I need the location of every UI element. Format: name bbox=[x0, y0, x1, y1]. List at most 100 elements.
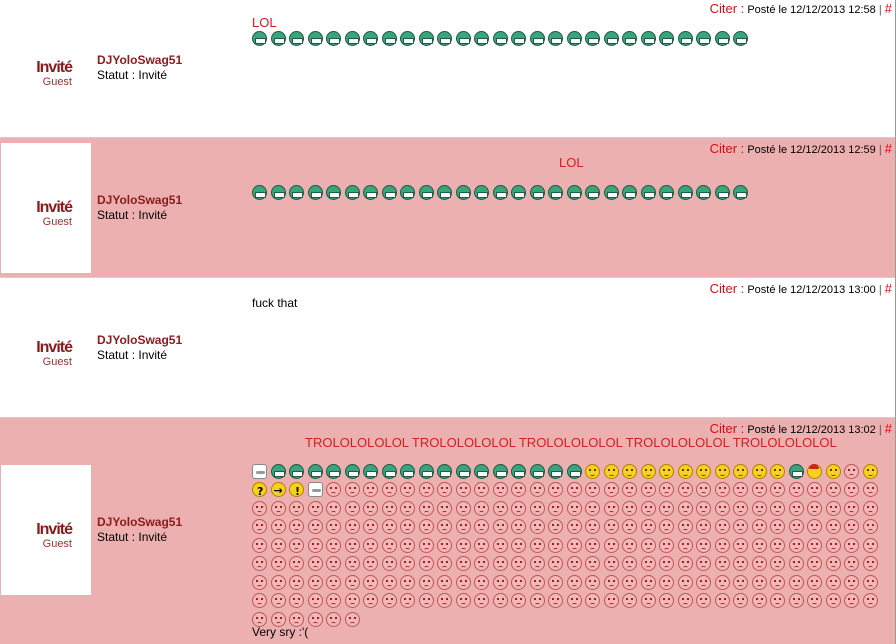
sad-smiley-icon bbox=[566, 556, 582, 571]
yellow-smiley-icon bbox=[640, 463, 656, 479]
message-text: Very sry :'( bbox=[252, 625, 309, 639]
sad-smiley-icon bbox=[455, 519, 471, 534]
green-smiley-icon bbox=[548, 184, 563, 200]
sad-smiley-icon bbox=[677, 482, 693, 497]
green-smiley-icon bbox=[622, 184, 637, 200]
sad-smiley-icon bbox=[437, 537, 452, 553]
sad-smiley-icon bbox=[529, 519, 545, 534]
post-3: Citer : Posté le 12/12/2013 13:00 | # In… bbox=[0, 278, 896, 418]
sad-smiley-icon bbox=[474, 593, 489, 608]
green-smiley-icon bbox=[585, 184, 600, 200]
sad-smiley-icon bbox=[270, 500, 286, 516]
green-smiley-icon bbox=[400, 463, 415, 479]
sad-smiley-icon bbox=[862, 537, 878, 553]
sad-smiley-icon bbox=[714, 537, 730, 553]
sad-smiley-icon bbox=[751, 593, 767, 608]
sad-smiley-icon bbox=[455, 593, 471, 608]
quote-link[interactable]: Citer : bbox=[710, 281, 745, 296]
sad-smiley-icon bbox=[566, 537, 582, 553]
sad-smiley-icon bbox=[326, 500, 341, 516]
permalink-anchor[interactable]: # bbox=[885, 281, 892, 296]
sad-smiley-icon bbox=[677, 519, 693, 534]
green-smiley-icon bbox=[289, 184, 304, 200]
permalink-anchor[interactable]: # bbox=[885, 421, 892, 436]
sad-smiley-icon bbox=[677, 556, 693, 571]
author-name[interactable]: DJYoloSwag51 bbox=[97, 333, 182, 347]
sad-smiley-icon bbox=[455, 556, 471, 571]
sad-smiley-icon bbox=[844, 556, 859, 571]
sad-smiley-icon bbox=[640, 519, 656, 534]
sad-smiley-icon bbox=[381, 537, 397, 553]
santa-smiley-icon bbox=[807, 463, 822, 479]
green-smiley-icon bbox=[270, 30, 286, 46]
sad-smiley-icon bbox=[751, 556, 767, 571]
green-smiley-icon bbox=[603, 184, 619, 200]
guest-badge: Invité Guest bbox=[22, 340, 73, 369]
badge-guest: Guest bbox=[42, 216, 72, 228]
sad-smiley-icon bbox=[696, 500, 711, 516]
sad-smiley-icon bbox=[844, 482, 859, 497]
arrow-smiley-icon bbox=[270, 482, 286, 501]
sad-smiley-icon bbox=[751, 500, 767, 516]
sad-smiley-icon bbox=[770, 537, 785, 553]
sad-smiley-icon bbox=[862, 519, 878, 534]
permalink-anchor[interactable]: # bbox=[885, 1, 892, 16]
sad-smiley-icon bbox=[862, 500, 878, 516]
sad-smiley-icon bbox=[807, 537, 822, 553]
sad-smiley-icon bbox=[733, 500, 748, 516]
sad-smiley-icon bbox=[492, 537, 508, 553]
sad-smiley-icon bbox=[825, 574, 841, 590]
sad-smiley-icon bbox=[677, 593, 693, 608]
meta-separator: | bbox=[878, 4, 882, 16]
sad-smiley-icon bbox=[326, 574, 341, 590]
quote-link[interactable]: Citer : bbox=[710, 421, 745, 436]
sad-smiley-icon bbox=[492, 593, 508, 608]
sad-smiley-icon bbox=[733, 519, 748, 534]
green-smiley-icon bbox=[622, 30, 637, 46]
sad-smiley-icon bbox=[585, 519, 600, 534]
permalink-anchor[interactable]: # bbox=[885, 141, 892, 156]
sad-smiley-icon bbox=[585, 482, 600, 497]
sad-smiley-icon bbox=[474, 537, 489, 553]
sad-smiley-icon bbox=[751, 519, 767, 534]
sad-smiley-icon bbox=[622, 482, 637, 497]
sad-smiley-icon bbox=[788, 574, 804, 590]
sad-smiley-icon bbox=[751, 574, 767, 590]
sad-smiley-icon bbox=[844, 519, 859, 534]
green-smiley-icon bbox=[529, 463, 545, 479]
quote-link[interactable]: Citer : bbox=[710, 141, 745, 156]
sad-smiley-icon bbox=[788, 593, 804, 608]
green-smiley-icon bbox=[418, 463, 434, 479]
green-smiley-icon bbox=[566, 184, 582, 200]
post-2: Citer : Posté le 12/12/2013 12:59 | # In… bbox=[0, 138, 896, 278]
guest-badge: Invité Guest bbox=[22, 522, 73, 551]
sad-smiley-icon bbox=[363, 556, 378, 571]
sad-smiley-icon bbox=[825, 519, 841, 534]
sad-smiley-icon bbox=[363, 593, 378, 608]
author-name[interactable]: DJYoloSwag51 bbox=[97, 193, 182, 207]
sad-smiley-icon bbox=[381, 500, 397, 516]
sad-smiley-icon bbox=[714, 500, 730, 516]
green-smiley-icon bbox=[733, 30, 748, 46]
meta-separator: | bbox=[878, 144, 882, 156]
sad-smiley-icon bbox=[252, 537, 267, 553]
sad-smiley-icon bbox=[677, 500, 693, 516]
sad-smiley-icon bbox=[566, 519, 582, 534]
hand-smiley-icon bbox=[252, 463, 267, 479]
author-name[interactable]: DJYoloSwag51 bbox=[97, 515, 182, 529]
sad-smiley-icon bbox=[807, 500, 822, 516]
sad-smiley-icon bbox=[400, 574, 415, 590]
author-status: Statut : Invité bbox=[97, 530, 168, 544]
sad-smiley-icon bbox=[548, 574, 563, 590]
sad-smiley-icon bbox=[751, 537, 767, 553]
sad-smiley-icon bbox=[307, 574, 323, 590]
sad-smiley-icon bbox=[659, 556, 674, 571]
sad-smiley-icon bbox=[770, 574, 785, 590]
sad-smiley-icon bbox=[603, 556, 619, 571]
quote-link[interactable]: Citer : bbox=[710, 1, 745, 16]
green-smiley-icon bbox=[455, 30, 471, 46]
post-date: Posté le 12/12/2013 12:59 bbox=[747, 144, 876, 156]
author-name[interactable]: DJYoloSwag51 bbox=[97, 53, 182, 67]
green-smiley-icon bbox=[714, 30, 730, 46]
green-smiley-icon bbox=[788, 463, 804, 479]
